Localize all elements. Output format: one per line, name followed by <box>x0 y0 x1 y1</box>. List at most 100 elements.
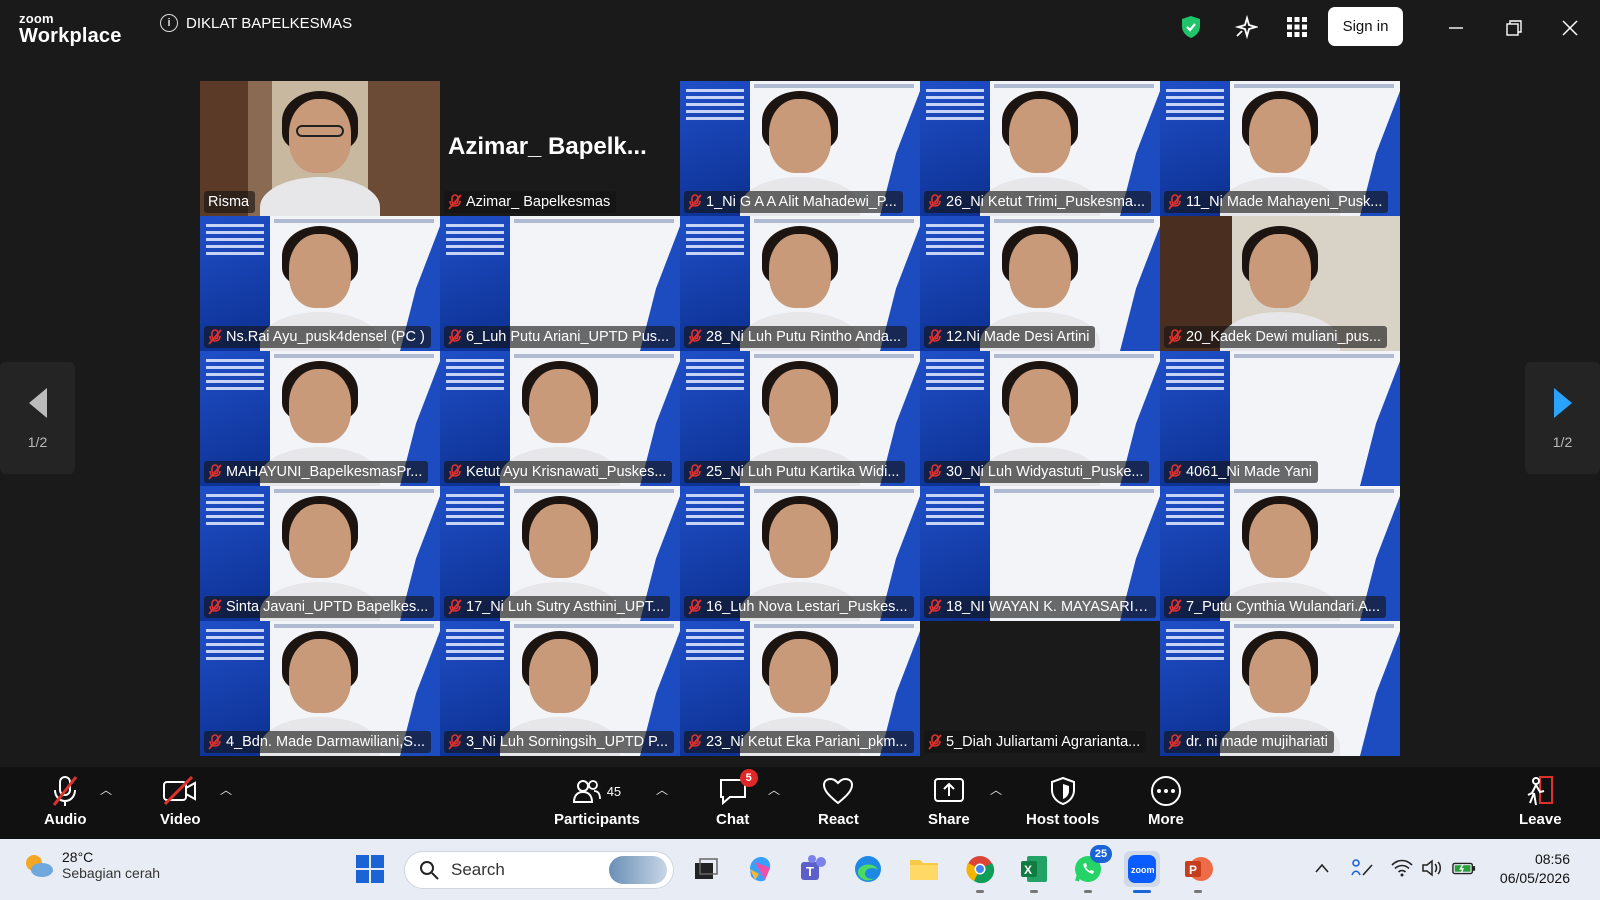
participant-name: 17_Ni Luh Sutry Asthini_UPT... <box>466 599 665 615</box>
task-view-icon[interactable] <box>688 851 724 887</box>
participant-tile[interactable]: 5_Diah Juliartami Agrarianta... <box>920 621 1160 756</box>
chrome-running-indicator <box>976 890 984 893</box>
participants-options-caret[interactable]: ︿ <box>656 781 668 798</box>
participant-name: 3_Ni Luh Sorningsih_UPTD P... <box>466 734 669 750</box>
share-button[interactable]: Share <box>928 775 970 828</box>
participant-tile[interactable]: 25_Ni Luh Putu Kartika Widi... <box>680 351 920 486</box>
participant-tile[interactable]: 16_Luh Nova Lestari_Puskes... <box>680 486 920 621</box>
chat-options-caret[interactable]: ︿ <box>768 781 780 798</box>
share-options-caret[interactable]: ︿ <box>990 781 1002 798</box>
participant-name-label: 5_Diah Juliartami Agrarianta... <box>924 731 1147 753</box>
participant-tile[interactable]: Ketut Ayu Krisnawati_Puskes... <box>440 351 680 486</box>
participant-name: Azimar_ Bapelkesmas <box>466 194 611 210</box>
edge-browser-icon[interactable] <box>850 851 886 887</box>
show-hidden-icons-chevron[interactable] <box>1310 853 1334 883</box>
participant-tile[interactable]: dr. ni made mujihariati <box>1160 621 1400 756</box>
camera-off-icon <box>162 775 198 807</box>
participants-label: Participants <box>554 811 640 828</box>
participant-name: Sinta Javani_UPTD Bapelkes... <box>226 599 429 615</box>
weather-description: Sebagian cerah <box>62 865 161 881</box>
participant-tile[interactable]: 4061_Ni Made Yani <box>1160 351 1400 486</box>
participant-tile[interactable]: 28_Ni Luh Putu Rintho Anda... <box>680 216 920 351</box>
leave-button[interactable]: Leave <box>1519 775 1562 828</box>
participant-tile[interactable]: 4_Bdn. Made Darmawiliani,S... <box>200 621 440 756</box>
teams-icon[interactable]: T <box>796 851 832 887</box>
mic-muted-icon <box>448 599 462 615</box>
chat-label: Chat <box>716 811 750 828</box>
participant-tile[interactable]: 11_Ni Made Mahayeni_Pusk... <box>1160 81 1400 216</box>
participant-name-label: 23_Ni Ketut Eka Pariani_pkm... <box>684 731 914 753</box>
participant-tile[interactable]: 6_Luh Putu Ariani_UPTD Pus... <box>440 216 680 351</box>
pen-input-icon[interactable] <box>1350 853 1374 883</box>
participant-name: 18_NI WAYAN K. MAYASARI_... <box>946 599 1150 615</box>
react-button[interactable]: React <box>818 775 859 828</box>
share-screen-icon <box>933 775 965 807</box>
participant-tile[interactable]: 1_Ni G A A Alit Mahadewi_P... <box>680 81 920 216</box>
participant-tile[interactable]: MAHAYUNI_BapelkesmasPr... <box>200 351 440 486</box>
file-explorer-icon[interactable] <box>906 851 942 887</box>
mic-muted-icon <box>448 329 462 345</box>
weather-widget[interactable]: 28°C Sebagian cerah <box>22 849 160 881</box>
participant-tile[interactable]: 20_Kadek Dewi muliani_pus... <box>1160 216 1400 351</box>
audio-options-caret[interactable]: ︿ <box>100 781 112 798</box>
copilot-icon[interactable] <box>742 851 778 887</box>
ai-sparkle-icon[interactable] <box>1233 14 1259 40</box>
participant-tile[interactable]: 30_Ni Luh Widyastuti_Puske... <box>920 351 1160 486</box>
previous-page-button[interactable]: 1/2 <box>0 362 75 474</box>
chrome-icon[interactable] <box>962 851 998 893</box>
wifi-icon[interactable] <box>1390 853 1414 883</box>
host-tools-button[interactable]: Host tools <box>1026 775 1099 828</box>
volume-icon[interactable] <box>1420 853 1444 883</box>
restore-icon[interactable] <box>1500 14 1528 42</box>
apps-grid-icon[interactable] <box>1284 14 1310 40</box>
participant-tile[interactable]: 17_Ni Luh Sutry Asthini_UPT... <box>440 486 680 621</box>
info-icon[interactable]: i <box>160 14 178 32</box>
video-stage: 1/2 1/2 Risma Azimar_ Bapelk... Azimar_ Ba… <box>0 56 1600 767</box>
zoom-active-indicator <box>1133 890 1151 893</box>
participant-tile[interactable]: 12.Ni Made Desi Artini <box>920 216 1160 351</box>
participant-tile[interactable]: 7_Putu Cynthia Wulandari.A... <box>1160 486 1400 621</box>
participant-name-label: 3_Ni Luh Sorningsih_UPTD P... <box>444 731 675 753</box>
audio-button[interactable]: Audio <box>44 775 87 828</box>
participant-name: 20_Kadek Dewi muliani_pus... <box>1186 329 1382 345</box>
windows-start-icon[interactable] <box>352 851 388 887</box>
video-options-caret[interactable]: ︿ <box>220 781 232 798</box>
participant-tile[interactable]: 3_Ni Luh Sorningsih_UPTD P... <box>440 621 680 756</box>
next-page-button[interactable]: 1/2 <box>1525 362 1600 474</box>
participant-tile[interactable]: 26_Ni Ketut Trimi_Puskesma... <box>920 81 1160 216</box>
mic-muted-icon <box>50 775 80 807</box>
arrow-left-icon <box>28 388 47 418</box>
participant-tile[interactable]: Sinta Javani_UPTD Bapelkes... <box>200 486 440 621</box>
participant-name: dr. ni made mujihariati <box>1186 734 1328 750</box>
shield-check-icon[interactable] <box>1178 14 1204 40</box>
excel-icon[interactable]: X <box>1016 851 1052 893</box>
minimize-icon[interactable] <box>1442 14 1470 42</box>
participants-count: 45 <box>606 783 622 799</box>
whatsapp-icon[interactable]: 25 <box>1070 845 1112 893</box>
zoom-app-icon[interactable]: zoom <box>1124 851 1160 893</box>
chat-unread-badge: 5 <box>739 769 758 787</box>
participant-tile[interactable]: 23_Ni Ketut Eka Pariani_pkm... <box>680 621 920 756</box>
leave-icon <box>1524 775 1556 807</box>
participant-name-label: Sinta Javani_UPTD Bapelkes... <box>204 596 435 618</box>
system-clock[interactable]: 08:56 06/05/2026 <box>1500 850 1570 888</box>
sign-in-button[interactable]: Sign in <box>1328 7 1403 46</box>
participant-tile[interactable]: Azimar_ Bapelk... Azimar_ Bapelkesmas <box>440 81 680 216</box>
share-label: Share <box>928 811 970 828</box>
close-icon[interactable] <box>1556 14 1584 42</box>
taskbar-search[interactable]: Search <box>404 851 674 889</box>
more-button[interactable]: More <box>1148 775 1184 828</box>
participant-tile[interactable]: Ns.Rai Ayu_pusk4densel (PC ) <box>200 216 440 351</box>
participant-name-label: Ketut Ayu Krisnawati_Puskes... <box>444 461 673 483</box>
participant-tile[interactable]: Risma <box>200 81 440 216</box>
battery-charging-icon[interactable] <box>1452 853 1476 883</box>
chat-button[interactable]: 5 Chat <box>716 769 758 828</box>
video-button[interactable]: Video <box>160 775 201 828</box>
mic-muted-icon <box>688 464 702 480</box>
participant-name: Ns.Rai Ayu_pusk4densel (PC ) <box>226 329 425 345</box>
meeting-info[interactable]: i DIKLAT BAPELKESMAS <box>160 14 352 32</box>
participant-name: 11_Ni Made Mahayeni_Pusk... <box>1186 194 1383 210</box>
participant-tile[interactable]: 18_NI WAYAN K. MAYASARI_... <box>920 486 1160 621</box>
participants-button[interactable]: 45 Participants <box>554 775 640 828</box>
powerpoint-icon[interactable]: P <box>1180 851 1216 893</box>
